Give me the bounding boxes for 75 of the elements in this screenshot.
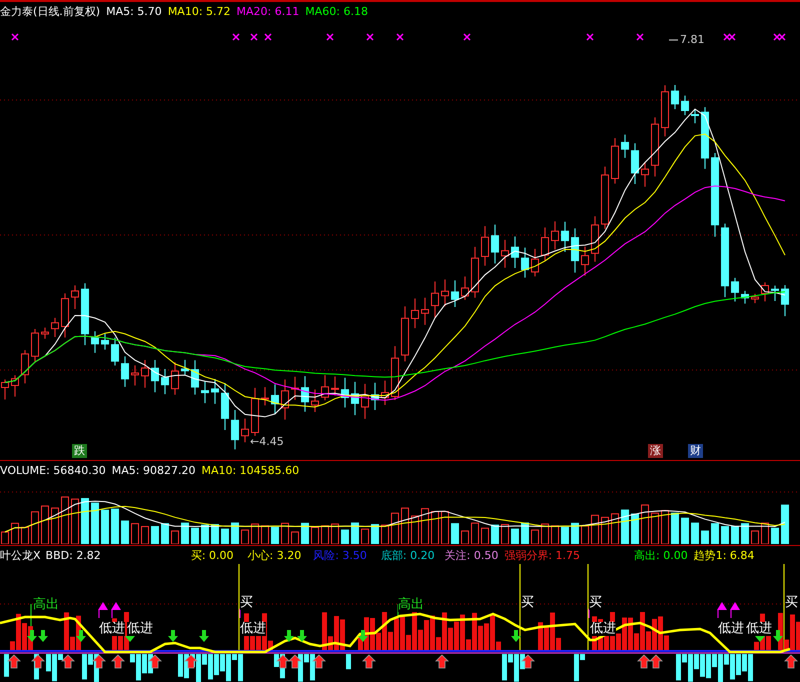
indicator-value: 趋势1: 6.84 <box>694 548 754 562</box>
arrow-up-icon <box>92 654 106 668</box>
indicator-value: BBD: 2.82 <box>46 548 101 562</box>
ma-value: MA60: 6.18 <box>305 4 368 18</box>
arrow-up-icon <box>637 654 651 668</box>
flag-icon <box>98 602 108 618</box>
indicator-value: 高出: 0.00 <box>634 548 688 562</box>
signal-label: 高出 <box>398 598 424 612</box>
arrow-up-icon <box>276 654 290 668</box>
arrow-up-icon <box>61 654 75 668</box>
signal-label: 买 <box>785 596 798 610</box>
cross-mark-icon <box>396 33 404 41</box>
signal-label: 买 <box>589 596 602 610</box>
arrow-up-icon <box>184 654 198 668</box>
flag-icon <box>111 602 121 618</box>
signal-label: 高出 <box>33 598 59 612</box>
arrow-down-icon <box>358 630 368 642</box>
event-badge: 跌 <box>72 444 87 458</box>
arrow-down-icon <box>76 630 86 642</box>
arrow-up-icon <box>521 654 535 668</box>
indicator-value: 买: 0.00 <box>190 548 234 562</box>
signal-label: 低进 <box>746 622 772 636</box>
high-price-label: 7.81 <box>680 33 704 46</box>
arrow-down-icon <box>168 630 178 642</box>
signal-label: 低进 <box>127 622 153 636</box>
indicator-name: 叶公龙X <box>0 548 41 562</box>
arrow-up-icon <box>288 654 302 668</box>
arrow-up-icon <box>784 654 798 668</box>
indicator-value: 底部: 0.20 <box>380 548 435 562</box>
arrow-down-icon <box>38 630 48 642</box>
arrow-up-icon <box>649 654 663 668</box>
signal-label: 低进 <box>240 622 266 636</box>
arrow-up-icon <box>148 654 162 668</box>
arrow-down-icon <box>27 630 37 642</box>
arrow-up-icon <box>362 654 376 668</box>
volume-value: MA10: 104585.60 <box>201 464 300 476</box>
arrow-down-icon <box>284 630 294 642</box>
cross-mark-icon <box>463 33 471 41</box>
cross-mark-icon <box>586 33 594 41</box>
ma-value: MA20: 6.11 <box>236 4 300 18</box>
volume-value: VOLUME: 56840.30 <box>0 464 106 476</box>
indicator-value: 小心: 3.20 <box>248 548 302 562</box>
stock-title: 金力泰(日线.前复权) <box>0 4 100 18</box>
cross-mark-icon <box>264 33 272 41</box>
signal-label: 买 <box>521 596 534 610</box>
low-price-label: ←4.45 <box>250 435 284 448</box>
arrow-down-icon <box>511 630 521 642</box>
cross-mark-icon <box>11 33 19 41</box>
indicator-value: 关注: 0.50 <box>444 548 498 562</box>
arrow-up-icon <box>312 654 326 668</box>
ma-value: MA5: 5.70 <box>106 4 162 18</box>
arrow-down-icon <box>199 630 209 642</box>
signal-label: 买 <box>240 596 253 610</box>
arrow-up-icon <box>435 654 449 668</box>
arrow-up-icon <box>111 654 125 668</box>
arrow-down-icon <box>297 630 307 642</box>
signal-label: 低进 <box>718 622 744 636</box>
cross-mark-icon <box>232 33 240 41</box>
ma-value: MA10: 5.72 <box>168 4 231 18</box>
flag-icon <box>717 602 727 618</box>
indicator-value: 强弱分界: 1.75 <box>504 548 580 562</box>
signal-label: 低进 <box>99 622 125 636</box>
indicator-value: 风险: 3.50 <box>313 548 367 562</box>
cross-mark-icon <box>250 33 258 41</box>
event-badge: 涨 <box>648 444 663 458</box>
flag-icon <box>730 602 740 618</box>
arrow-up-icon <box>31 654 45 668</box>
volume-value: MA5: 90827.20 <box>112 464 196 476</box>
arrow-up-icon <box>7 654 21 668</box>
cross-mark-icon <box>636 33 644 41</box>
cross-mark-icon <box>366 33 374 41</box>
arrow-down-icon <box>773 630 783 642</box>
cross-mark-icon <box>326 33 334 41</box>
event-badge: 财 <box>688 444 703 458</box>
signal-label: 低进 <box>590 622 616 636</box>
